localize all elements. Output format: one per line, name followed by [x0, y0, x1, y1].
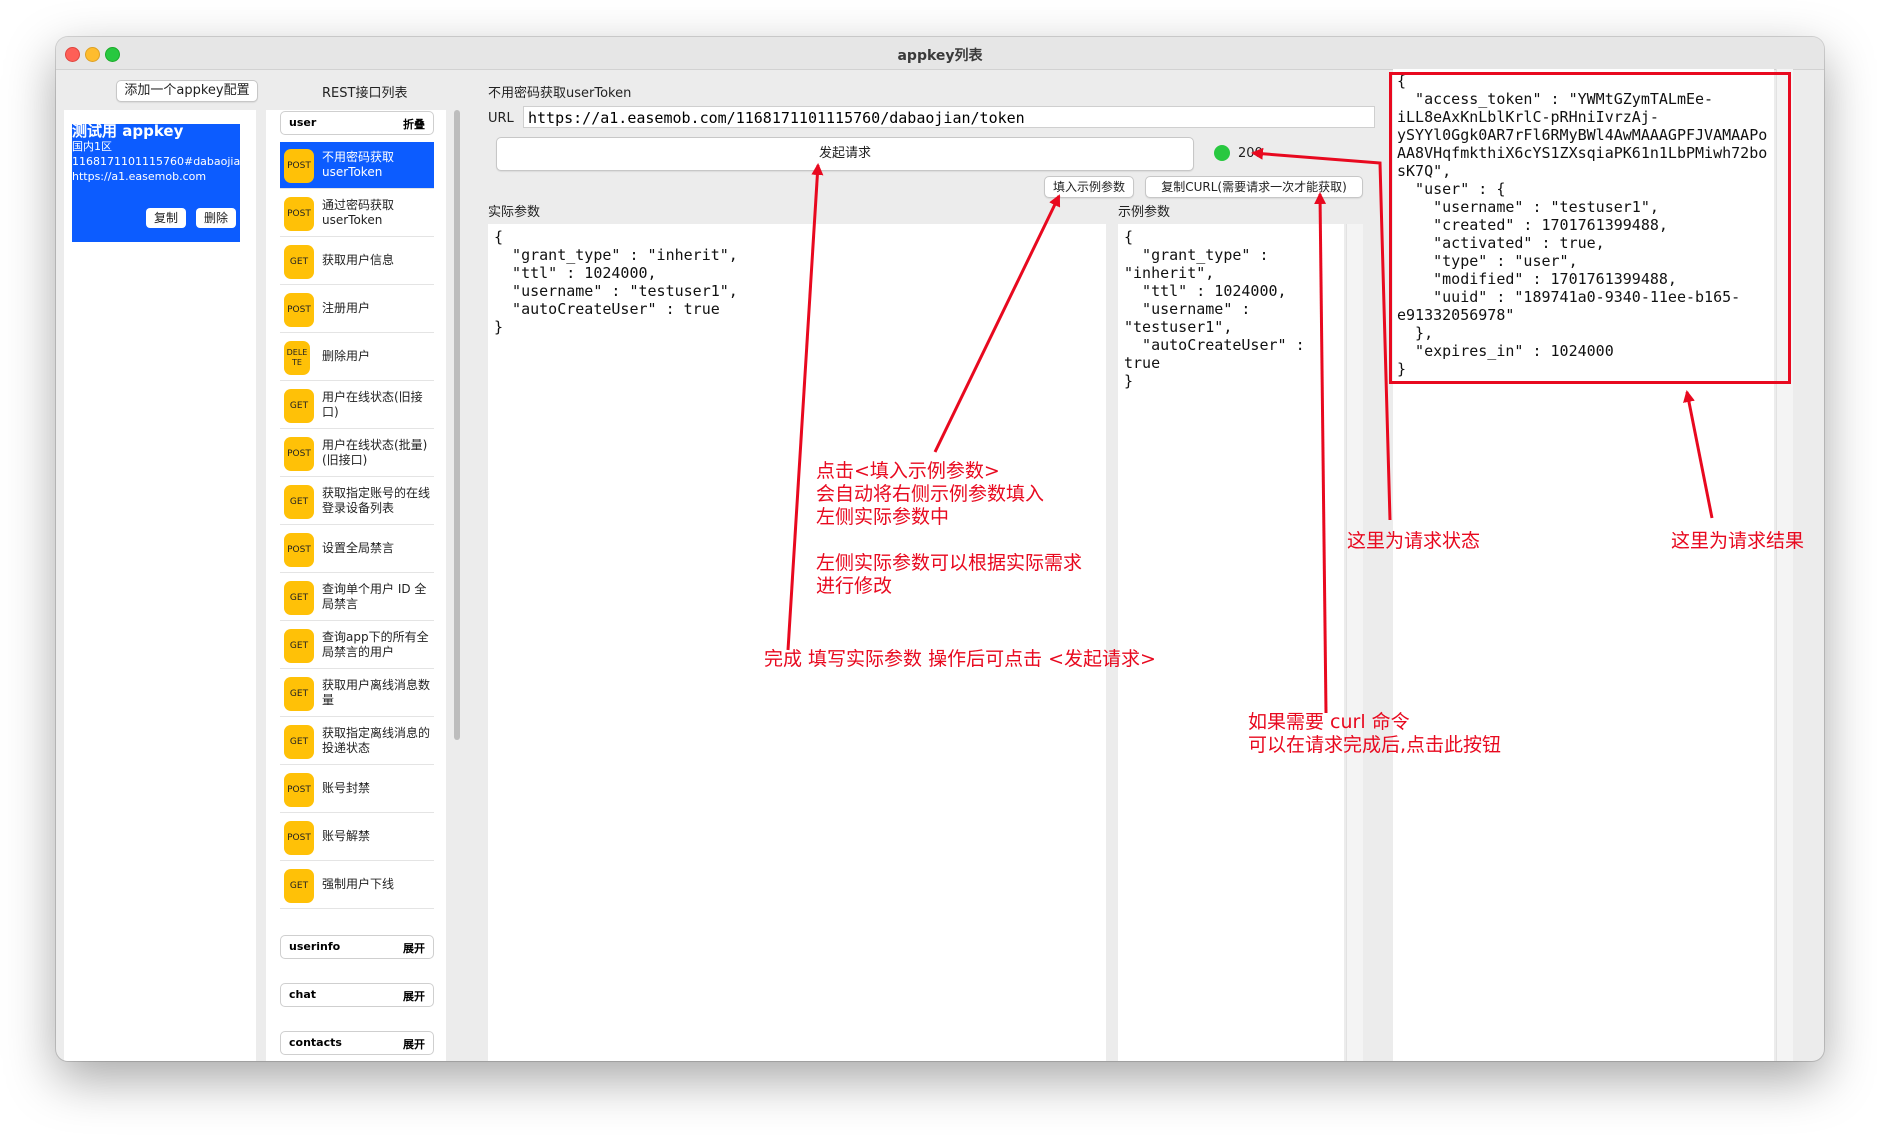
arrow-to-fill-example: [933, 194, 1061, 453]
arrow-to-send-button: [786, 163, 824, 651]
arrow-to-result: [1683, 390, 1714, 519]
annotation-arrows: [786, 147, 1714, 714]
arrow-to-copy-curl: [1314, 192, 1328, 714]
